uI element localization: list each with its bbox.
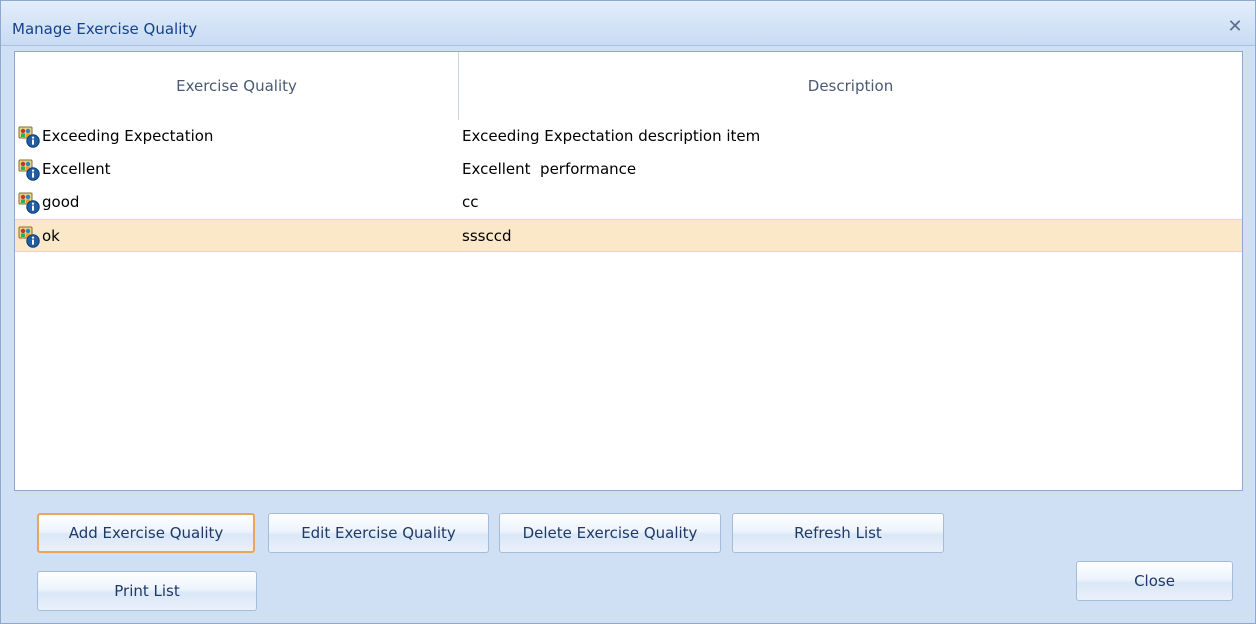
title-bar: Manage Exercise Quality ✕ [1, 1, 1255, 46]
table-row[interactable]: ok sssccd [15, 219, 1242, 252]
exercise-info-icon [18, 159, 40, 181]
grid-header: Exercise Quality Description [15, 52, 1242, 120]
close-icon[interactable]: ✕ [1225, 17, 1245, 37]
delete-exercise-quality-button[interactable]: Delete Exercise Quality [499, 513, 721, 553]
cell-exercise-quality: ok [42, 227, 60, 245]
window-title: Manage Exercise Quality [12, 20, 198, 38]
cell-exercise-quality: good [42, 193, 80, 211]
add-exercise-quality-button[interactable]: Add Exercise Quality [37, 513, 255, 553]
cell-exercise-quality: Excellent [42, 160, 111, 178]
cell-exercise-quality: Exceeding Expectation [42, 127, 214, 145]
cell-description: Excellent performance [462, 160, 637, 178]
table-row[interactable]: Excellent Excellent performance [15, 153, 1242, 186]
grid-rows: Exceeding Expectation Exceeding Expectat… [15, 120, 1242, 252]
cell-description: sssccd [462, 227, 512, 245]
table-row[interactable]: Exceeding Expectation Exceeding Expectat… [15, 120, 1242, 153]
column-header-exercise-quality[interactable]: Exercise Quality [15, 52, 459, 120]
table-row[interactable]: good cc [15, 186, 1242, 219]
exercise-quality-grid: Exercise Quality Description Exceeding E… [14, 51, 1243, 491]
exercise-info-icon [18, 226, 40, 248]
exercise-info-icon [18, 126, 40, 148]
exercise-info-icon [18, 192, 40, 214]
cell-description: Exceeding Expectation description item [462, 127, 761, 145]
close-button[interactable]: Close [1076, 561, 1233, 601]
cell-description: cc [462, 193, 479, 211]
edit-exercise-quality-button[interactable]: Edit Exercise Quality [268, 513, 489, 553]
column-header-description[interactable]: Description [459, 52, 1242, 120]
print-list-button[interactable]: Print List [37, 571, 257, 611]
manage-exercise-quality-window: Manage Exercise Quality ✕ Exercise Quali… [0, 0, 1256, 624]
refresh-list-button[interactable]: Refresh List [732, 513, 944, 553]
